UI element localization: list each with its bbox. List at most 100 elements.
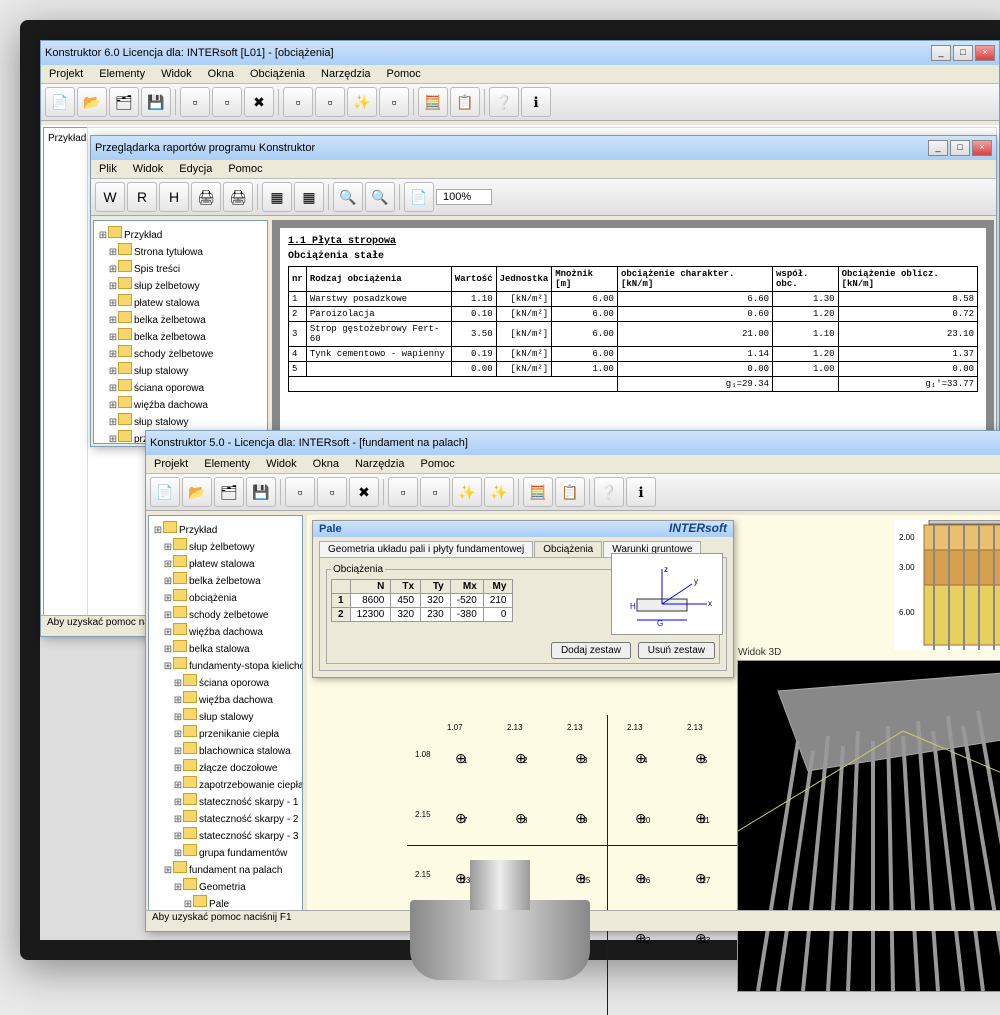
tree-item[interactable]: ⊞płatew stalowa (98, 293, 263, 310)
menu-plik[interactable]: Plik (95, 162, 121, 176)
tree-item[interactable]: ⊞zapotrzebowanie ciepła (153, 775, 298, 792)
w3-titlebar[interactable]: Konstruktor 5.0 - Licencja dla: INTERsof… (146, 431, 1000, 455)
maximize-button[interactable]: □ (953, 45, 973, 61)
tool2-icon[interactable]: ▫ (212, 87, 242, 117)
close-button[interactable]: × (972, 140, 992, 156)
save-icon[interactable]: 💾 (246, 477, 276, 507)
info-icon[interactable]: ℹ (626, 477, 656, 507)
tree-item[interactable]: ⊞Spis treści (98, 259, 263, 276)
tree-item[interactable]: ⊞fundament na palach (153, 860, 298, 877)
new-icon[interactable]: 📄 (45, 87, 75, 117)
wand-icon[interactable]: ✨ (452, 477, 482, 507)
zoom-in-icon[interactable]: 🔍 (333, 182, 363, 212)
menu-widok[interactable]: Widok (157, 67, 196, 81)
pile-point[interactable]: 16 (637, 875, 649, 887)
tree-item[interactable]: ⊞stateczność skarpy - 3 (153, 826, 298, 843)
tree-item[interactable]: ⊞ściana oporowa (98, 378, 263, 395)
menu-widok[interactable]: Widok (262, 457, 301, 471)
tool4-icon[interactable]: ▫ (315, 87, 345, 117)
tree-item[interactable]: ⊞słup żelbetowy (98, 276, 263, 293)
view-3d-panel[interactable]: Widok 3D (737, 660, 1000, 992)
tree-item[interactable]: ⊞Przykład (153, 520, 298, 537)
tab[interactable]: Geometria układu pali i płyty fundamento… (319, 541, 533, 557)
tree-item[interactable]: ⊞obciążenia (153, 588, 298, 605)
menu-pomoc[interactable]: Pomoc (383, 67, 425, 81)
print-icon[interactable]: 🖨 (191, 182, 221, 212)
tree-item[interactable]: ⊞Pale (153, 894, 298, 911)
pile-point[interactable]: 5 (697, 755, 709, 767)
new-icon[interactable]: 📄 (150, 477, 180, 507)
close-button[interactable]: × (975, 45, 995, 61)
tree-item[interactable]: ⊞ściana oporowa (153, 673, 298, 690)
export-html-icon[interactable]: H (159, 182, 189, 212)
help-icon[interactable]: ❔ (594, 477, 624, 507)
tree-item[interactable]: ⊞więźba dachowa (98, 395, 263, 412)
pile-point[interactable]: 15 (577, 875, 589, 887)
pile-point[interactable]: 3 (577, 755, 589, 767)
wand2-icon[interactable]: ✨ (484, 477, 514, 507)
w2-titlebar[interactable]: Przeglądarka raportów programu Konstrukt… (91, 136, 996, 160)
menu-widok[interactable]: Widok (129, 162, 168, 176)
menu-narzędzia[interactable]: Narzędzia (317, 67, 375, 81)
tree-item[interactable]: ⊞blachownica stalowa (153, 741, 298, 758)
save-icon[interactable]: 💾 (141, 87, 171, 117)
tree-item[interactable]: ⊞słup żelbetowy (153, 537, 298, 554)
menu-edycja[interactable]: Edycja (175, 162, 216, 176)
tool3-icon[interactable]: ▫ (283, 87, 313, 117)
menu-projekt[interactable]: Projekt (150, 457, 192, 471)
tool-icon[interactable]: ▫ (285, 477, 315, 507)
tree-item[interactable]: ⊞Geometria (153, 877, 298, 894)
zoom-select[interactable]: 100% (436, 189, 492, 205)
delete-icon[interactable]: ✖ (349, 477, 379, 507)
tool-icon[interactable]: ▫ (388, 477, 418, 507)
tree-root[interactable]: Przykład (48, 132, 88, 145)
report-viewport[interactable]: 1.1 Płyta stropowa Obciążenia stałe nrRo… (272, 220, 994, 444)
menu-okna[interactable]: Okna (309, 457, 343, 471)
pile-point[interactable]: 17 (697, 875, 709, 887)
tool5-icon[interactable]: ▫ (379, 87, 409, 117)
w1-titlebar[interactable]: Konstruktor 6.0 Licencja dla: INTERsoft … (41, 41, 999, 65)
tab[interactable]: Obciążenia (534, 541, 602, 557)
pile-point[interactable]: 23 (697, 935, 709, 947)
w3-project-tree[interactable]: ⊞Przykład⊞słup żelbetowy⊞płatew stalowa⊞… (148, 515, 303, 913)
pile-point[interactable]: 11 (697, 815, 709, 827)
open-icon[interactable]: 📂 (182, 477, 212, 507)
info-icon[interactable]: ℹ (521, 87, 551, 117)
tree-item[interactable]: ⊞belka żelbetowa (98, 310, 263, 327)
pile-point[interactable]: 1 (457, 755, 469, 767)
w1-project-tree[interactable]: Przykład (43, 127, 93, 616)
history-icon[interactable]: 🗂 (214, 477, 244, 507)
menu-pomoc[interactable]: Pomoc (417, 457, 459, 471)
menu-narzędzia[interactable]: Narzędzia (351, 457, 409, 471)
palette2-icon[interactable]: ▦ (294, 182, 324, 212)
wand-icon[interactable]: ✨ (347, 87, 377, 117)
delete-icon[interactable]: ✖ (244, 87, 274, 117)
calc-icon[interactable]: 🧮 (523, 477, 553, 507)
tool-icon[interactable]: ▫ (317, 477, 347, 507)
doc-icon[interactable]: 📄 (404, 182, 434, 212)
tree-item[interactable]: ⊞fundamenty-stopa kielichowa (153, 656, 298, 673)
report-icon[interactable]: 📋 (450, 87, 480, 117)
add-set-button[interactable]: Dodaj zestaw (551, 642, 631, 659)
w2-report-tree[interactable]: ⊞Przykład⊞Strona tytułowa⊞Spis treści⊞sł… (93, 220, 268, 444)
pile-point[interactable]: 22 (637, 935, 649, 947)
report-icon[interactable]: 📋 (555, 477, 585, 507)
tree-item[interactable]: ⊞schody żelbetowe (98, 344, 263, 361)
tool-icon[interactable]: ▫ (420, 477, 450, 507)
tool1-icon[interactable]: ▫ (180, 87, 210, 117)
pile-point[interactable]: 4 (637, 755, 649, 767)
tree-item[interactable]: ⊞słup stalowy (98, 361, 263, 378)
loadset-table[interactable]: NTxTyMxMy 18600450320-520210212300320230… (331, 579, 513, 622)
remove-set-button[interactable]: Usuń zestaw (638, 642, 715, 659)
menu-okna[interactable]: Okna (204, 67, 238, 81)
tree-item[interactable]: ⊞więźba dachowa (153, 690, 298, 707)
export-word-icon[interactable]: W (95, 182, 125, 212)
tree-item[interactable]: ⊞słup stalowy (98, 412, 263, 429)
history-icon[interactable]: 🗂 (109, 87, 139, 117)
pile-point[interactable]: 8 (517, 815, 529, 827)
print2-icon[interactable]: 🖨 (223, 182, 253, 212)
menu-projekt[interactable]: Projekt (45, 67, 87, 81)
help-icon[interactable]: ❔ (489, 87, 519, 117)
tree-item[interactable]: ⊞belka stalowa (153, 639, 298, 656)
tree-item[interactable]: ⊞grupa fundamentów (153, 843, 298, 860)
